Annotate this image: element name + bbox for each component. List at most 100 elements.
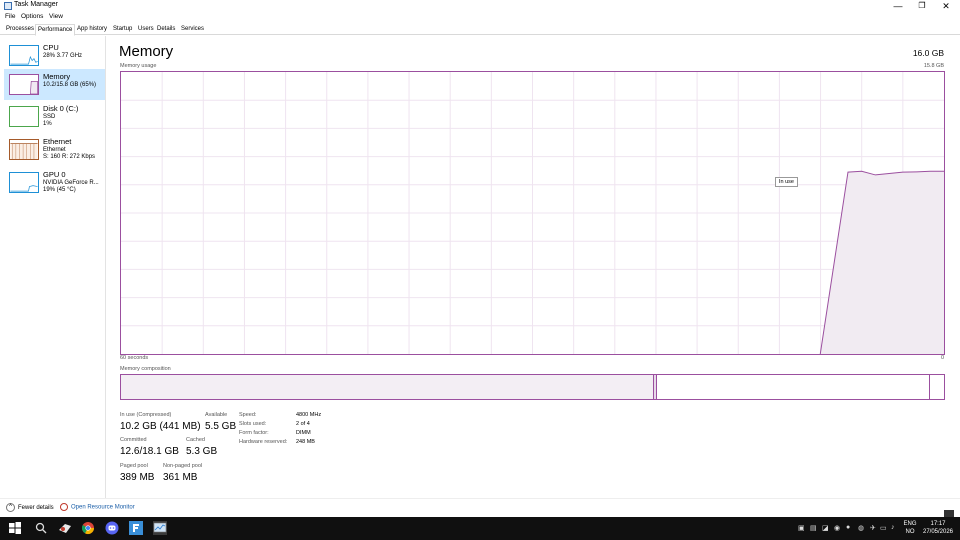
window-title: Task Manager [14,1,58,8]
memory-mini-graph [9,74,39,95]
hardware-reserved-value: 248 MB [296,439,315,445]
total-memory: 16.0 GB [912,48,944,58]
sidebar-item-detail: 28% 3.77 GHz [43,53,83,59]
tray-icon-8[interactable]: ▭ [880,524,887,532]
memory-usage-chart [121,72,944,355]
sidebar-item-detail: SSD [43,114,56,120]
task-manager-window: Task Manager — ❐ ✕ File Options View Pro… [0,0,960,517]
file-explorer-icon[interactable] [129,521,143,535]
language-indicator[interactable]: ENG NO [903,520,917,536]
hardware-reserved-label: Hardware reserved: [239,439,288,445]
graph-label: Memory usage [120,63,157,69]
tray-icon-4[interactable]: ◉ [834,524,840,532]
footer-bar: ^ Fewer details Open Resource Monitor [0,498,960,517]
app-generic-icon[interactable] [58,521,72,535]
memory-usage-graph[interactable] [120,71,945,355]
sidebar-item-cpu[interactable]: CPU 28% 3.77 GHz [4,40,105,71]
resource-monitor-icon [60,503,68,511]
tray-icon-1[interactable]: ▣ [798,524,805,532]
sidebar-item-gpu[interactable]: GPU 0 NVIDIA GeForce R... 19% (45 °C) [4,167,105,198]
menu-options[interactable]: Options [21,13,43,20]
memory-composition-bar[interactable] [120,374,945,400]
composition-modified[interactable] [654,375,657,399]
in-use-tooltip: In use [775,177,798,187]
tab-details[interactable]: Details [155,24,177,35]
tray-icon-2[interactable]: ▤ [810,524,817,532]
tray-icon-5[interactable]: ● [846,524,850,531]
axis-right-label: 0 [940,355,944,361]
sidebar-item-label: Memory [43,72,71,81]
ethernet-mini-graph [9,139,39,160]
sidebar-item-label: Disk 0 (C:) [43,104,79,113]
sidebar-item-memory[interactable]: Memory 10.2/15.8 GB (65%) [4,69,105,100]
volume-icon[interactable]: ♪ [891,524,895,531]
language-line1: ENG [903,521,917,527]
system-clock[interactable]: 17:17 27/05/2026 [920,520,956,536]
tab-processes[interactable]: Processes [4,24,36,35]
tray-icon-7[interactable]: ✈ [870,524,876,532]
tab-startup[interactable]: Startup [111,24,134,35]
tray-icon-3[interactable]: ◪ [822,524,829,532]
sidebar-item-detail: Ethernet [43,147,66,153]
sidebar-item-detail: NVIDIA GeForce R... [43,180,99,186]
performance-sidebar: CPU 28% 3.77 GHz Memory 10.2/15.8 GB (65… [0,36,106,498]
task-manager-icon [4,2,12,10]
sidebar-item-detail: S: 160 R: 272 Kbps [43,154,96,160]
paged-pool-label: Paged pool [120,463,148,469]
sidebar-item-disk[interactable]: Disk 0 (C:) SSD 1% [4,101,105,132]
fewer-details-button[interactable]: ^ Fewer details [6,503,54,512]
menu-view[interactable]: View [49,13,63,20]
form-factor-value: DIMM [296,430,311,436]
tab-bar: Processes Performance App history Startu… [0,23,960,36]
tab-performance[interactable]: Performance [35,24,76,36]
sidebar-item-ethernet[interactable]: Ethernet Ethernet S: 160 R: 272 Kbps [4,134,105,165]
fewer-details-label: Fewer details [18,505,54,512]
composition-label: Memory composition [120,366,171,372]
tab-services[interactable]: Services [179,24,206,35]
menu-bar: File Options View [0,12,960,23]
chevron-up-icon: ^ [6,503,15,512]
cached-label: Cached [186,437,205,443]
available-value: 5.5 GB [205,421,237,432]
discord-icon[interactable] [105,521,119,535]
resource-monitor-label: Open Resource Monitor [71,504,135,511]
cached-value: 5.3 GB [186,446,218,457]
speed-label: Speed: [239,412,257,418]
chrome-icon[interactable] [81,521,95,535]
sidebar-item-detail: 10.2/15.8 GB (65%) [43,82,97,88]
slots-value: 2 of 4 [296,421,310,427]
taskbar: ▣ ▤ ◪ ◉ ● ◍ ✈ ▭ ♪ ENG NO 17:17 27/05/2026 [0,517,960,540]
cpu-mini-graph [9,45,39,66]
speed-value: 4800 MHz [296,412,322,418]
form-factor-label: Form factor: [239,430,269,436]
available-label: Available [205,412,228,418]
windows-start-icon[interactable] [8,521,22,535]
close-button[interactable]: ✕ [932,0,960,12]
open-resource-monitor-link[interactable]: Open Resource Monitor [60,503,135,511]
committed-value: 12.6/18.1 GB [120,446,179,457]
nonpaged-pool-label: Non-paged pool [163,463,203,469]
gpu-mini-graph [9,172,39,193]
clock-time: 17:17 [930,521,946,527]
disk-mini-graph [9,106,39,127]
tab-app-history[interactable]: App history [75,24,109,35]
sidebar-item-detail: 19% (45 °C) [43,187,76,193]
committed-label: Committed [120,437,147,443]
search-icon[interactable] [34,521,48,535]
page-title: Memory [119,43,174,60]
task-manager-taskbar-icon[interactable] [153,521,167,535]
usage-area [820,171,944,354]
clock-date: 27/05/2026 [922,529,954,535]
axis-left-label: 60 seconds [120,355,149,361]
paged-pool-value: 389 MB [120,472,155,483]
tray-icon-6[interactable]: ◍ [858,524,864,532]
title-bar[interactable]: Task Manager — ❐ ✕ [0,0,960,12]
tab-users[interactable]: Users [136,24,156,35]
composition-in-use[interactable] [121,375,654,399]
menu-file[interactable]: File [5,13,15,20]
sidebar-item-label: CPU [43,43,59,52]
sidebar-item-detail: 1% [43,121,52,127]
in-use-value: 10.2 GB (441 MB) [120,421,201,432]
nonpaged-pool-value: 361 MB [163,472,198,483]
sidebar-item-label: Ethernet [43,137,72,146]
